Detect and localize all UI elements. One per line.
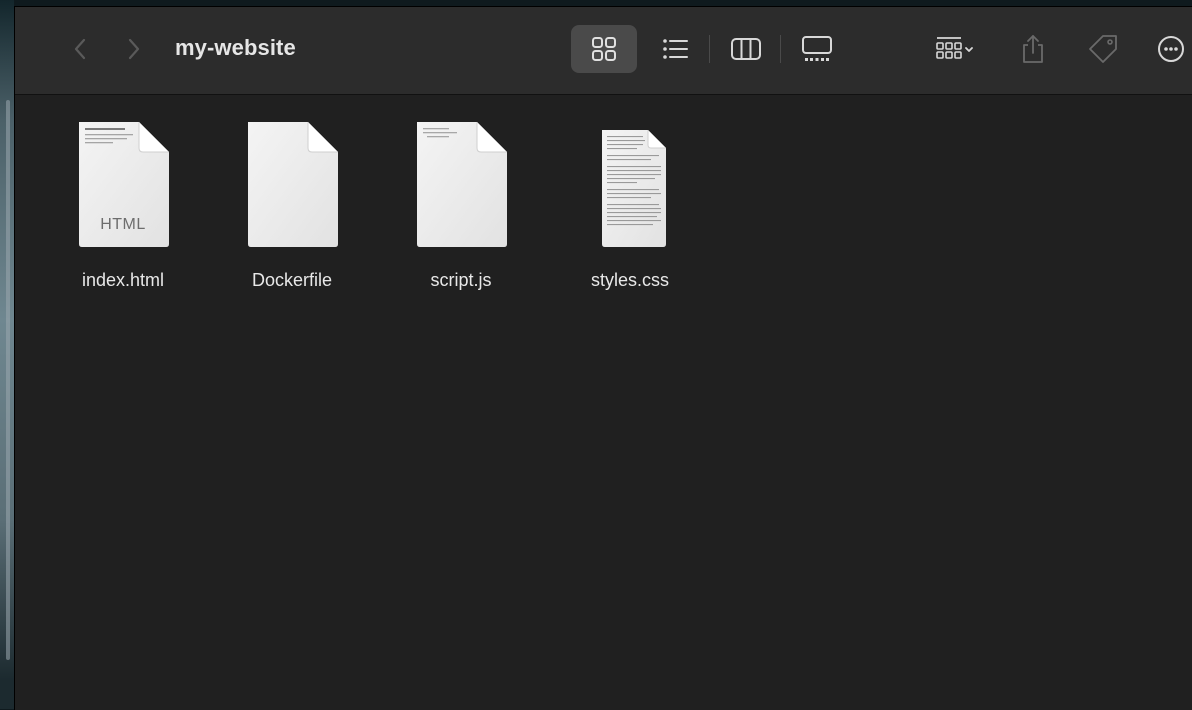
html-document-icon: HTML [75,120,171,248]
file-item[interactable]: styles.css [565,120,695,291]
file-name: styles.css [590,270,669,290]
forward-button[interactable] [119,31,149,67]
icon-view-button[interactable] [571,25,637,73]
chevron-right-icon [128,38,140,60]
list-icon [663,39,688,59]
desktop-scrollbar[interactable] [6,100,10,660]
file-item[interactable]: Dockerfile [227,120,357,291]
list-view-button[interactable] [653,25,697,73]
file-name: Dockerfile [251,270,333,290]
css-document-icon [582,120,678,248]
toolbar-divider [780,35,781,63]
chevron-left-icon [74,38,86,60]
file-item[interactable]: HTML index.html [58,120,188,291]
tag-icon [1089,35,1117,63]
more-icon [1158,36,1184,62]
group-by-icon [936,37,973,59]
more-button[interactable] [1153,27,1189,71]
file-name: index.html [81,270,165,290]
tag-button[interactable] [1081,27,1125,71]
file-browser: HTML index.html Dockerfile script.js sty… [15,96,1192,710]
file-type-badge: HTML [100,216,146,233]
group-by-button[interactable] [917,27,989,71]
gallery-view-button[interactable] [795,25,839,73]
file-item[interactable]: script.js [396,120,526,291]
column-view-button[interactable] [724,25,768,73]
columns-icon [731,38,761,60]
document-icon [244,120,340,248]
window-title: my-website [175,35,296,60]
js-document-icon [413,120,509,248]
desktop-edge [0,0,14,709]
share-button[interactable] [1013,27,1053,71]
file-name: script.js [430,270,492,290]
grid-icon [592,37,616,61]
finder-window: my-website HTML index.html Dockerfile sc… [14,6,1192,710]
toolbar: my-website [15,7,1192,95]
share-icon [1023,35,1043,63]
toolbar-divider [709,35,710,63]
back-button[interactable] [65,31,95,67]
gallery-icon [802,36,832,61]
